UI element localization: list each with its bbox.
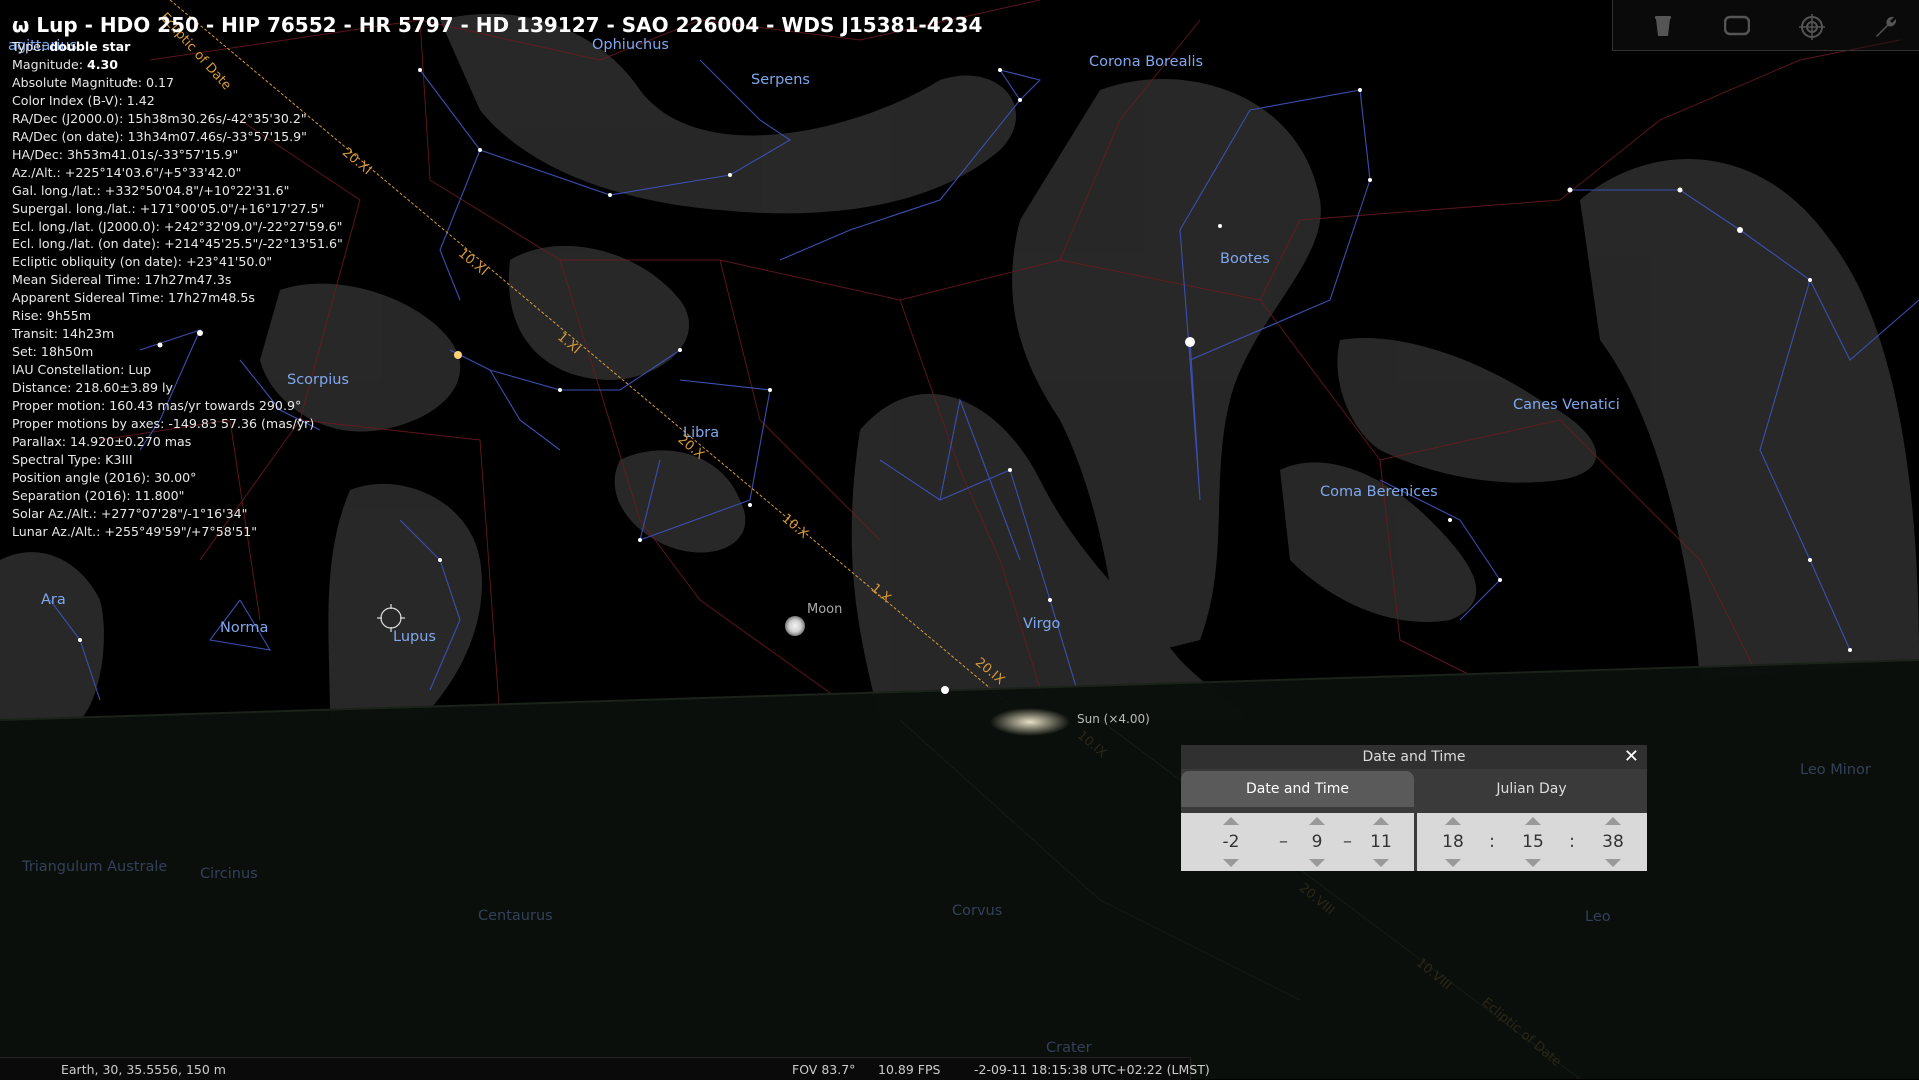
second-down-arrow-icon[interactable] (1605, 859, 1621, 867)
label-ara: Ara (41, 592, 66, 608)
object-info-line: Mean Sidereal Time: 17h27m47.3s (12, 272, 232, 288)
sun (990, 708, 1070, 736)
label-centaurus: Centaurus (478, 908, 553, 924)
object-info-lines: Absolute Magnitude: 0.17 Color Index (B-V… (12, 74, 912, 541)
minute-value[interactable]: 15 (1511, 832, 1555, 852)
wrench-icon[interactable] (1871, 14, 1899, 38)
label-triangulum-australe: Triangulum Australe (22, 859, 168, 875)
label-crater: Crater (1046, 1040, 1092, 1056)
trash-icon[interactable] (1649, 14, 1677, 38)
label-norma: Norma (220, 620, 269, 636)
day-value[interactable]: 11 (1359, 832, 1403, 852)
object-info-line: Lunar Az./Alt.: +255°49'59"/+7°58'51" (12, 523, 258, 539)
object-info-line: Set: 18h50m (12, 344, 94, 360)
time-separator: : (1569, 831, 1576, 852)
object-info-line: Ecliptic obliquity (on date): +23°41'50.… (12, 254, 273, 270)
object-info-line: RA/Dec (J2000.0): 15h38m30.26s/-42°35'30… (12, 110, 307, 126)
label-bootes: Bootes (1220, 251, 1270, 267)
object-info-line: Solar Az./Alt.: +277°07'28"/-1°16'34" (12, 505, 248, 521)
month-up-arrow-icon[interactable] (1309, 817, 1325, 825)
object-info-line: Absolute Magnitude: 0.17 (12, 74, 175, 90)
target-icon[interactable] (1798, 14, 1826, 40)
second-up-arrow-icon[interactable] (1605, 817, 1621, 825)
object-info-line: Position angle (2016): 30.00° (12, 469, 197, 485)
object-info-line: Transit: 14h23m (12, 326, 115, 342)
tab-date-and-time[interactable]: Date and Time (1181, 771, 1414, 807)
tab-julian-day[interactable]: Julian Day (1416, 771, 1647, 807)
date-panel: -2 – 9 – 11 (1181, 813, 1414, 871)
day-up-arrow-icon[interactable] (1373, 817, 1389, 825)
label-circinus: Circinus (200, 866, 258, 882)
object-magnitude: Magnitude: 4.30 (12, 56, 119, 72)
object-info-line: Proper motions by axes: -149.83 57.36 (m… (12, 416, 315, 432)
year-up-arrow-icon[interactable] (1223, 817, 1239, 825)
hour-spinbox[interactable]: 18 (1431, 813, 1475, 871)
object-info-line: Parallax: 14.920±0.270 mas (12, 433, 192, 449)
object-info-line: Spectral Type: K3III (12, 451, 133, 467)
object-info-line: Supergal. long./lat.: +171°00'05.0"/+16°… (12, 200, 325, 216)
dialog-title: Date and Time (1181, 745, 1647, 769)
object-type: Type: double star (12, 39, 131, 54)
date-separator: – (1343, 831, 1352, 852)
object-info-line: HA/Dec: 3h53m41.01s/-33°57'15.9" (12, 146, 239, 162)
minute-spinbox[interactable]: 15 (1511, 813, 1555, 871)
top-toolbar (1612, 0, 1919, 51)
object-title: ω Lup - HDO 250 - HIP 76552 - HR 5797 - … (12, 13, 983, 37)
month-spinbox[interactable]: 9 (1295, 813, 1339, 871)
label-coma-berenices: Coma Berenices (1320, 484, 1438, 500)
object-info-panel: ω Lup - HDO 250 - HIP 76552 - HR 5797 - … (12, 12, 983, 541)
label-canes-venatici: Canes Venatici (1513, 397, 1620, 413)
object-info-line: Az./Alt.: +225°14'03.6"/+5°33'42.0" (12, 164, 242, 180)
month-down-arrow-icon[interactable] (1309, 859, 1325, 867)
label-virgo: Virgo (1023, 616, 1061, 632)
fov-status: FOV 83.7° (792, 1062, 856, 1077)
label-lupus: Lupus (393, 629, 436, 645)
day-spinbox[interactable]: 11 (1359, 813, 1403, 871)
object-info-line: Distance: 218.60±3.89 ly (12, 380, 173, 396)
status-bar: Earth, 30, 35.5556, 150 m FOV 83.7° 10.8… (0, 1057, 1210, 1080)
screen-icon[interactable] (1723, 14, 1751, 38)
year-value[interactable]: -2 (1209, 832, 1253, 852)
location-status[interactable]: Earth, 30, 35.5556, 150 m (61, 1062, 226, 1077)
hour-down-arrow-icon[interactable] (1445, 859, 1461, 867)
minute-down-arrow-icon[interactable] (1525, 859, 1541, 867)
date-separator: – (1279, 831, 1288, 852)
second-value[interactable]: 38 (1591, 832, 1635, 852)
object-info-line: Apparent Sidereal Time: 17h27m48.5s (12, 290, 255, 306)
object-info-line: Proper motion: 160.43 mas/yr towards 290… (12, 398, 302, 414)
close-icon[interactable]: ✕ (1624, 746, 1639, 768)
day-down-arrow-icon[interactable] (1373, 859, 1389, 867)
moon (785, 616, 805, 636)
object-info-line: Ecl. long./lat. (J2000.0): +242°32'09.0"… (12, 218, 343, 234)
hour-value[interactable]: 18 (1431, 832, 1475, 852)
object-info-line: Rise: 9h55m (12, 308, 92, 324)
object-info-line: Gal. long./lat.: +332°50'04.8"/+10°22'31… (12, 182, 290, 198)
object-info-line: Separation (2016): 11.800" (12, 487, 185, 503)
label-leo: Leo (1585, 909, 1611, 925)
object-info-line: Color Index (B-V): 1.42 (12, 92, 155, 108)
object-info-line: Ecl. long./lat. (on date): +214°45'25.5"… (12, 236, 343, 252)
sun-label: Sun (×4.00) (1077, 712, 1150, 726)
year-down-arrow-icon[interactable] (1223, 859, 1239, 867)
time-panel: 18 : 15 : 38 (1417, 813, 1647, 871)
moon-label: Moon (807, 602, 843, 617)
second-spinbox[interactable]: 38 (1591, 813, 1635, 871)
date-time-dialog: Date and Time ✕ Date and Time Julian Day… (1181, 745, 1647, 871)
fps-status: 10.89 FPS (878, 1062, 941, 1077)
year-spinbox[interactable]: -2 (1209, 813, 1253, 871)
label-corona-borealis: Corona Borealis (1089, 54, 1204, 70)
label-corvus: Corvus (952, 903, 1003, 919)
label-leo-minor: Leo Minor (1800, 762, 1871, 778)
object-info-line: RA/Dec (on date): 13h34m07.46s/-33°57'15… (12, 128, 307, 144)
minute-up-arrow-icon[interactable] (1525, 817, 1541, 825)
hour-up-arrow-icon[interactable] (1445, 817, 1461, 825)
object-info-line: IAU Constellation: Lup (12, 362, 152, 378)
time-separator: : (1489, 831, 1496, 852)
datetime-status[interactable]: -2-09-11 18:15:38 UTC+02:22 (LMST) (974, 1062, 1210, 1077)
month-value[interactable]: 9 (1295, 832, 1339, 852)
